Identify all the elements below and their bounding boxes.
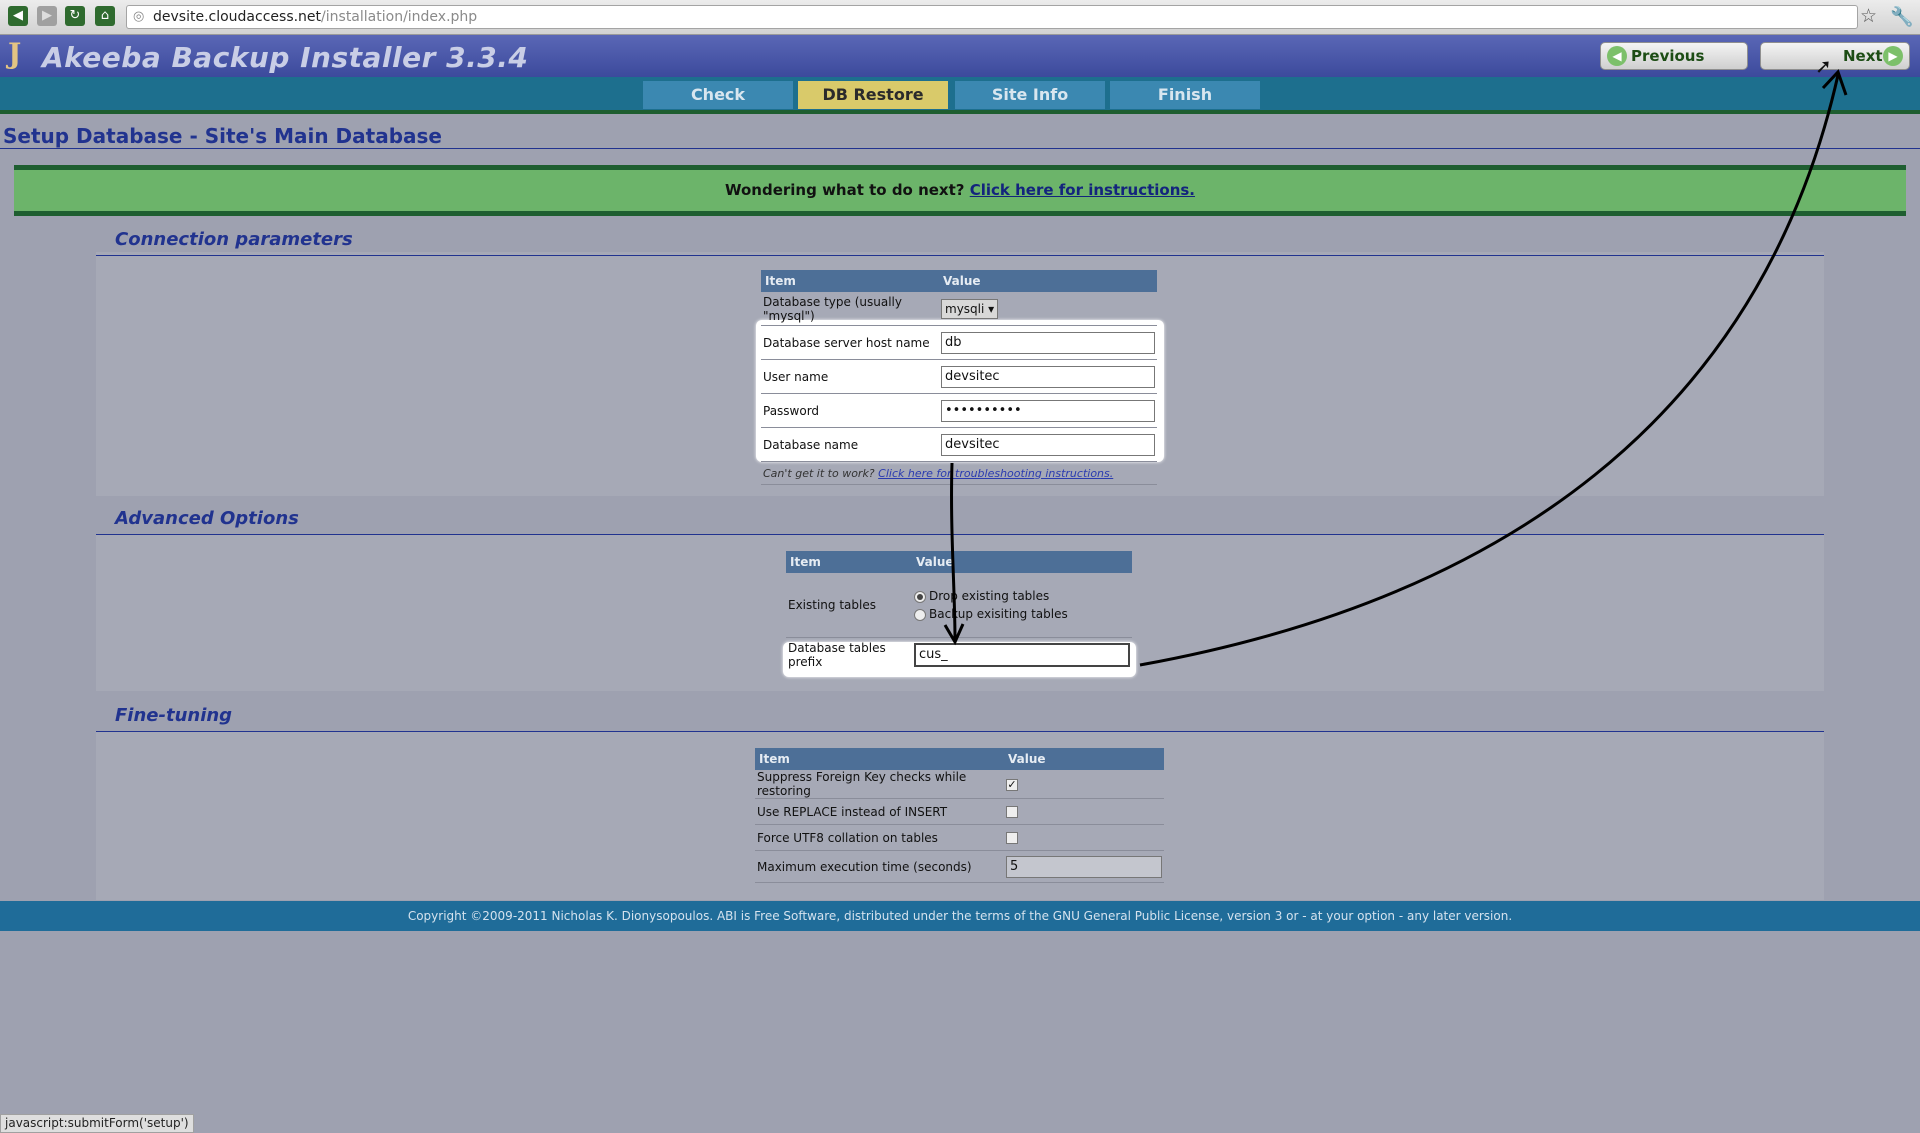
password-label: Password	[761, 393, 939, 428]
installer-header: J Akeeba Backup Installer 3.3.4 ◀ Previo…	[0, 35, 1920, 77]
troubleshoot-row: Can't get it to work? Click here for tro…	[761, 461, 1157, 485]
previous-button[interactable]: ◀ Previous	[1600, 42, 1748, 70]
forward-icon[interactable]: ▶	[37, 6, 57, 26]
tab-check[interactable]: Check	[643, 81, 793, 109]
existing-tables-label: Existing tables	[786, 573, 912, 638]
back-icon[interactable]: ◀	[8, 6, 28, 26]
db-type-value: mysqli	[945, 301, 985, 316]
ft-col-value-header: Value	[1004, 748, 1164, 770]
mouse-cursor-icon: ➚	[1815, 54, 1832, 78]
troubleshoot-text: Can't get it to work?	[763, 466, 875, 480]
dbname-label: Database name	[761, 427, 939, 462]
advanced-table: Item Value Existing tables Drop existing…	[786, 551, 1132, 671]
db-type-select[interactable]: mysqli ▾	[941, 298, 999, 319]
dbname-input[interactable]: devsitec	[941, 433, 1155, 456]
home-icon[interactable]: ⌂	[95, 6, 115, 26]
url-domain: devsite.cloudaccess.net	[153, 9, 322, 25]
backup-tables-radio[interactable]	[914, 608, 926, 621]
page-title: Setup Database - Site's Main Database	[3, 124, 442, 148]
next-label: Next	[1843, 47, 1883, 65]
adv-col-value-header: Value	[912, 551, 1132, 573]
previous-label: Previous	[1631, 47, 1705, 65]
maxexec-label: Maximum execution time (seconds)	[755, 850, 1004, 883]
banner-text: Wondering what to do next?	[724, 181, 965, 199]
step-tabs: Check DB Restore Site Info Finish	[0, 77, 1920, 114]
title-divider	[0, 148, 1920, 149]
password-input[interactable]: ••••••••••	[941, 399, 1155, 422]
wrench-icon[interactable]: 🔧	[1890, 5, 1914, 28]
akeeba-logo-icon: J	[8, 37, 22, 70]
copyright-footer: Copyright ©2009-2011 Nicholas K. Dionyso…	[0, 901, 1920, 931]
finetune-table: Item Value Suppress Foreign Key checks w…	[755, 748, 1164, 883]
host-input[interactable]: db	[941, 331, 1155, 354]
troubleshoot-link[interactable]: Click here for troubleshooting instructi…	[878, 467, 1113, 480]
previous-arrow-icon: ◀	[1607, 46, 1627, 66]
finetune-heading: Fine-tuning	[115, 705, 233, 726]
next-arrow-icon: ▶	[1883, 46, 1903, 66]
advanced-heading: Advanced Options	[115, 508, 299, 529]
fk-label: Suppress Foreign Key checks while restor…	[755, 770, 1004, 799]
installer-title: Akeeba Backup Installer 3.3.4	[42, 41, 529, 74]
prefix-label: Database tables prefix	[788, 640, 886, 669]
advanced-divider	[96, 534, 1824, 535]
host-label: Database server host name	[761, 325, 939, 360]
backup-tables-label: Backup exisiting tables	[929, 607, 1068, 621]
url-text: devsite.cloudaccess.net/installation/ind…	[153, 6, 477, 28]
col-item-header: Item	[761, 270, 939, 292]
maxexec-input[interactable]: 5	[1006, 855, 1162, 878]
username-input[interactable]: devsitec	[941, 365, 1155, 388]
address-bar[interactable]: ◎ devsite.cloudaccess.net/installation/i…	[126, 5, 1858, 29]
utf8-label: Force UTF8 collation on tables	[755, 824, 1004, 851]
globe-icon: ◎	[133, 9, 145, 24]
prefix-input[interactable]: cus_	[914, 642, 1130, 667]
next-button[interactable]: Next ▶	[1760, 42, 1910, 70]
drop-tables-label: Drop existing tables	[929, 589, 1050, 603]
db-type-label: Database type (usually "mysql")	[761, 292, 939, 326]
url-path: /installation/index.php	[321, 9, 478, 25]
instructions-link[interactable]: Click here for instructions.	[970, 181, 1195, 199]
connection-heading: Connection parameters	[115, 229, 353, 250]
bookmark-star-icon[interactable]: ☆	[1860, 5, 1877, 27]
col-value-header: Value	[939, 270, 1157, 292]
fk-checkbox[interactable]: ✓	[1006, 778, 1018, 791]
replace-label: Use REPLACE instead of INSERT	[755, 798, 1004, 825]
reload-icon[interactable]: ↻	[65, 6, 85, 26]
drop-tables-radio[interactable]	[914, 590, 926, 603]
tab-finish[interactable]: Finish	[1110, 81, 1260, 109]
connection-divider	[96, 255, 1824, 256]
user-label: User name	[761, 359, 939, 394]
browser-toolbar: ◀ ▶ ↻ ⌂ ◎ devsite.cloudaccess.net/instal…	[0, 0, 1920, 35]
replace-checkbox[interactable]	[1006, 806, 1018, 818]
tab-site-info[interactable]: Site Info	[955, 81, 1105, 109]
adv-col-item-header: Item	[786, 551, 912, 573]
connection-table: Item Value Database type (usually "mysql…	[761, 270, 1157, 485]
instructions-banner: Wondering what to do next? Click here fo…	[14, 165, 1906, 216]
utf8-checkbox[interactable]	[1006, 832, 1018, 844]
finetune-divider	[96, 731, 1824, 732]
status-bar: javascript:submitForm('setup')	[0, 1114, 194, 1133]
ft-col-item-header: Item	[755, 748, 1004, 770]
dropdown-arrow-icon: ▾	[988, 301, 995, 316]
tab-db-restore[interactable]: DB Restore	[798, 81, 948, 109]
